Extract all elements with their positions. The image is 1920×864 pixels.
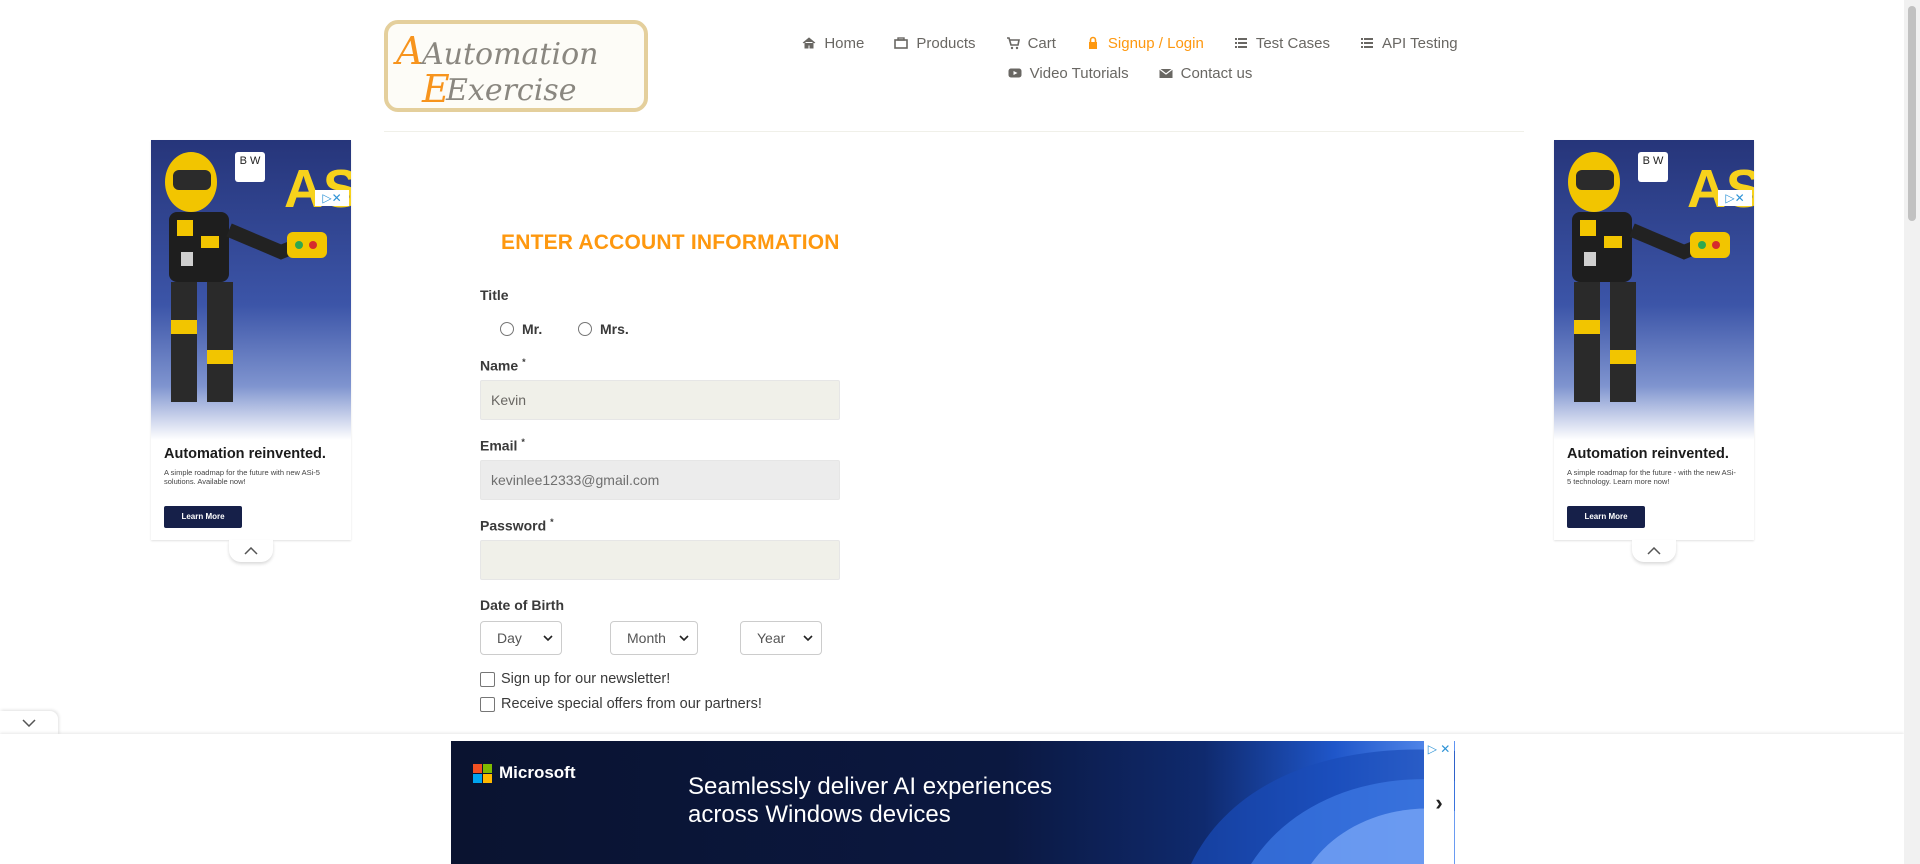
logo-graphic: A Automation E Exercise: [393, 29, 598, 111]
bottom-ad-banner[interactable]: Microsoft Seamlessly deliver AI experien…: [451, 741, 1455, 864]
nav-test-cases-label: Test Cases: [1255, 34, 1331, 52]
products-icon: [894, 36, 909, 50]
collapse-ad-button[interactable]: [1632, 540, 1676, 562]
mrs-radio[interactable]: [578, 322, 592, 336]
title-mr-option[interactable]: Mr.: [500, 321, 542, 337]
page-scrollbar[interactable]: [1904, 0, 1920, 864]
cart-icon: [1006, 36, 1020, 50]
newsletter-label: Sign up for our newsletter!: [501, 671, 671, 687]
nav-products-label: Products: [916, 34, 976, 52]
chevron-down-icon: [803, 635, 813, 642]
page: A Automation E Exercise Home Products Ca…: [0, 0, 1920, 864]
nav-contact-us-label: Contact us: [1180, 64, 1253, 82]
email-field[interactable]: kevinlee12333@gmail.com: [480, 460, 840, 500]
bw-badge: B W: [235, 152, 265, 182]
microsoft-logo-icon: [473, 763, 492, 783]
ad-robot-image: AS B W ▷✕: [151, 140, 351, 440]
title-mrs-option[interactable]: Mrs.: [578, 321, 629, 337]
right-side-ad[interactable]: AS B W ▷✕ Automation reinvented. A simpl…: [1554, 140, 1754, 562]
chevron-down-icon: [679, 635, 689, 642]
ad-headline: Seamlessly deliver AI experiences across…: [688, 773, 1053, 828]
lock-icon: [1086, 36, 1100, 50]
mrs-label: Mrs.: [600, 321, 629, 337]
microsoft-brand-name: Microsoft: [499, 763, 576, 782]
envelope-icon: [1158, 66, 1173, 80]
name-label: Name *: [480, 357, 526, 374]
newsletter-checkbox[interactable]: [480, 671, 495, 687]
mr-radio[interactable]: [500, 322, 514, 336]
chevron-down-icon: [22, 719, 36, 727]
scrollbar-thumb[interactable]: [1908, 6, 1916, 221]
nav-test-cases[interactable]: Test Cases: [1234, 35, 1330, 52]
list-icon: [1360, 36, 1374, 50]
adchoices-close-icon[interactable]: ▷ ✕: [1424, 741, 1454, 757]
learn-more-button[interactable]: Learn More: [164, 506, 242, 528]
nav-video-tutorials[interactable]: Video Tutorials: [1008, 65, 1129, 82]
ad-robot-image: AS B W ▷✕: [1554, 140, 1754, 440]
nav-row-2: Video Tutorials Contact us: [760, 58, 1500, 88]
nav-api-testing[interactable]: API Testing: [1360, 35, 1458, 52]
dob-month-value: Month: [627, 630, 666, 646]
nav-signup-login-label: Signup / Login: [1107, 34, 1204, 52]
collapse-ad-button[interactable]: [229, 540, 273, 562]
header-divider: [384, 131, 1524, 132]
nav-home[interactable]: Home: [802, 35, 864, 52]
microsoft-logo: Microsoft: [473, 763, 576, 783]
chevron-down-icon: [543, 635, 553, 642]
mr-label: Mr.: [522, 321, 543, 337]
password-label: Password *: [480, 517, 554, 534]
chevron-up-icon: [244, 547, 258, 555]
special-offers-label: Receive special offers from our partners…: [501, 696, 762, 712]
nav-row-1: Home Products Cart Signup / Login Test C…: [760, 28, 1500, 58]
email-label: Email *: [480, 437, 525, 454]
bw-badge: B W: [1638, 152, 1668, 182]
ad-title: Automation reinvented.: [164, 446, 326, 462]
special-offers-option[interactable]: Receive special offers from our partners…: [480, 696, 762, 712]
ad-brand-text: AS: [283, 159, 351, 219]
nav-cart[interactable]: Cart: [1006, 35, 1056, 52]
form-title: ENTER ACCOUNT INFORMATION: [501, 231, 840, 254]
ad-brand-text: AS: [1686, 159, 1754, 219]
svg-text:A: A: [393, 29, 423, 73]
special-offers-checkbox[interactable]: [480, 696, 495, 712]
dob-day-value: Day: [497, 630, 522, 646]
nav-products[interactable]: Products: [894, 34, 976, 52]
ad-subtitle: A simple roadmap for the future with new…: [164, 468, 320, 486]
nav-signup-login[interactable]: Signup / Login: [1086, 35, 1204, 52]
name-field[interactable]: Kevin: [480, 380, 840, 420]
dob-label: Date of Birth: [480, 597, 564, 613]
adchoices-icon[interactable]: ▷✕: [315, 190, 349, 206]
main-nav: Home Products Cart Signup / Login Test C…: [760, 28, 1500, 88]
nav-cart-label: Cart: [1027, 34, 1056, 52]
youtube-icon: [1008, 66, 1022, 80]
site-logo[interactable]: A Automation E Exercise: [384, 20, 648, 112]
ad-subtitle: A simple roadmap for the future - with t…: [1567, 468, 1736, 486]
learn-more-button[interactable]: Learn More: [1567, 506, 1645, 528]
left-side-ad[interactable]: AS B W ▷✕ Automation reinvented. A simpl…: [151, 140, 351, 562]
nav-home-label: Home: [824, 34, 865, 52]
bottom-ad-toggle[interactable]: [0, 711, 58, 735]
list-icon: [1234, 36, 1248, 50]
adchoices-icon[interactable]: ▷✕: [1718, 190, 1752, 206]
dob-year-value: Year: [757, 630, 786, 646]
dob-month-select[interactable]: Month: [610, 621, 698, 655]
nav-contact-us[interactable]: Contact us: [1158, 64, 1253, 82]
password-field[interactable]: [480, 540, 840, 580]
title-label: Title: [480, 287, 509, 303]
ad-next-arrow[interactable]: ›: [1424, 741, 1454, 864]
nav-video-tutorials-label: Video Tutorials: [1029, 64, 1129, 82]
logo-text-line2: Exercise: [445, 73, 576, 108]
ad-title: Automation reinvented.: [1567, 446, 1729, 462]
home-icon: [802, 36, 816, 50]
dob-day-select[interactable]: Day: [480, 621, 562, 655]
chevron-up-icon: [1647, 547, 1661, 555]
newsletter-option[interactable]: Sign up for our newsletter!: [480, 671, 670, 687]
nav-api-testing-label: API Testing: [1382, 34, 1458, 52]
dob-year-select[interactable]: Year: [740, 621, 822, 655]
